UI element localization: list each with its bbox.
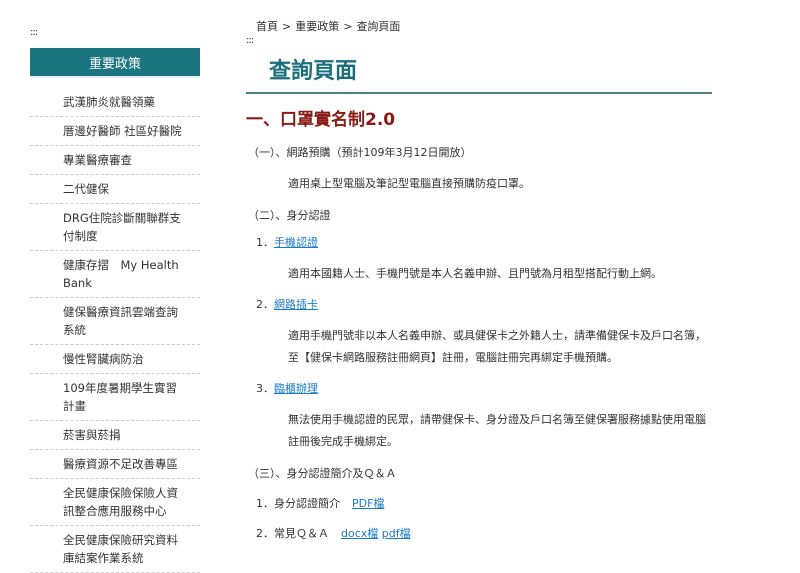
counter-service-link[interactable]: 臨櫃辦理 — [274, 382, 318, 395]
sidebar-item-label: 全民健康保險保險人資訊整合應用服務中心 — [63, 486, 178, 518]
sidebar-item[interactable]: 菸害與菸捐 — [30, 421, 200, 450]
breadcrumb-home[interactable]: 首頁 — [256, 20, 278, 33]
sidebar-item-label: 武漢肺炎就醫領藥 — [63, 95, 155, 109]
sidebar-item-label: DRG住院診斷關聯群支付制度 — [63, 211, 181, 243]
sidebar-item[interactable]: 厝邊好醫師 社區好醫院 — [30, 117, 200, 146]
subsection-heading-intro-qa: （三）、身分認證簡介及Ｑ＆Ａ — [248, 467, 397, 480]
sidebar-item-label: 專業醫療審查 — [63, 153, 132, 167]
sidebar-item-label: 菸害與菸捐 — [63, 428, 121, 442]
online-preorder-text: 適用桌上型電腦及筆記型電腦直接預購防疫口罩。 — [288, 177, 530, 190]
sidebar-item[interactable]: 全民健康保險保險人資訊整合應用服務中心 — [30, 479, 200, 526]
auth-item: 3．臨櫃辦理 — [246, 382, 712, 396]
download-item-label: 常見Ｑ＆Ａ — [274, 527, 329, 540]
counter-service-text: 無法使用手機認證的民眾，請帶健保卡、身分證及戶口名簿至健保署服務據點使用電腦註冊… — [288, 413, 706, 448]
breadcrumb-separator: > — [282, 20, 292, 33]
sidebar-item[interactable]: 健保醫療資訊雲端查詢系統 — [30, 298, 200, 345]
download-item-number: 1． — [256, 497, 274, 510]
sidebar-item[interactable]: 全民健康保險研究資料庫結案作業系統 — [30, 526, 200, 573]
section-title: 一、口罩實名制2.0 — [246, 110, 396, 130]
auth-item: 2．網路插卡 — [246, 298, 712, 312]
sidebar-item-label: 全民健康保險研究資料庫結案作業系統 — [63, 533, 178, 565]
sidebar-menu: 武漢肺炎就醫領藥 厝邊好醫師 社區好醫院 專業醫療審查 二代健保 DRG住院診斷… — [30, 88, 200, 573]
auth-intro-pdf-link[interactable]: PDF檔 — [352, 497, 384, 510]
sidebar-item-label: 109年度暑期學生實習計畫 — [63, 381, 177, 413]
card-reader-auth-text: 適用手機門號非以本人名義申辦、或具健保卡之外籍人士，請準備健保卡及戶口名簿，至【… — [288, 329, 706, 364]
breadcrumb-separator: > — [343, 20, 353, 33]
sidebar-item[interactable]: DRG住院診斷關聯群支付制度 — [30, 204, 200, 251]
sidebar-item[interactable]: 武漢肺炎就醫領藥 — [30, 88, 200, 117]
sidebar: ::: 重要政策 武漢肺炎就醫領藥 厝邊好醫師 社區好醫院 專業醫療審查 二代健… — [30, 28, 200, 573]
sidebar-item[interactable]: 醫療資源不足改善專區 — [30, 450, 200, 479]
sidebar-item-label: 二代健保 — [63, 182, 109, 196]
breadcrumb-policy[interactable]: 重要政策 — [295, 20, 339, 33]
content-accesskey[interactable]: ::: — [246, 36, 712, 48]
sidebar-item-label: 健康存摺 My Health Bank — [63, 258, 179, 290]
page-title: 查詢頁面 — [246, 52, 712, 94]
download-item-label: 身分認證簡介 — [274, 497, 340, 510]
download-item-number: 2． — [256, 527, 274, 540]
sidebar-item-label: 醫療資源不足改善專區 — [63, 457, 178, 471]
auth-item: 1．手機認證 — [246, 236, 712, 250]
sidebar-item-label: 厝邊好醫師 社區好醫院 — [63, 124, 182, 138]
auth-item-number: 1． — [256, 236, 274, 249]
sidebar-item-label: 慢性腎臟病防治 — [63, 352, 144, 366]
sidebar-item[interactable]: 二代健保 — [30, 175, 200, 204]
mobile-auth-text: 適用本國籍人士、手機門號是本人名義申辦、且門號為月租型搭配行動上網。 — [288, 267, 662, 280]
subsection-heading-identity-auth: （二）、身分認證 — [248, 209, 331, 222]
faq-docx-link[interactable]: docx檔 — [341, 527, 378, 540]
faq-pdf-link[interactable]: pdf檔 — [382, 527, 411, 540]
main-content: 首頁 > 重要政策 > 查詢頁面 ::: 查詢頁面 一、口罩實名制2.0 （一）、網路預… — [246, 18, 712, 541]
sidebar-accesskey[interactable]: ::: — [30, 28, 200, 48]
auth-item-number: 2． — [256, 298, 274, 311]
breadcrumb-current: 查詢頁面 — [356, 20, 401, 33]
sidebar-item-label: 健保醫療資訊雲端查詢系統 — [63, 305, 178, 337]
breadcrumb: 首頁 > 重要政策 > 查詢頁面 — [246, 18, 712, 36]
mobile-auth-link[interactable]: 手機認證 — [274, 236, 318, 249]
download-item: 1．身分認證簡介 PDF檔 — [246, 497, 712, 511]
sidebar-header: 重要政策 — [30, 48, 200, 78]
sidebar-item[interactable]: 專業醫療審查 — [30, 146, 200, 175]
sidebar-item[interactable]: 109年度暑期學生實習計畫 — [30, 374, 200, 421]
download-item: 2．常見Ｑ＆Ａ docx檔 pdf檔 — [246, 527, 712, 541]
sidebar-item[interactable]: 健康存摺 My Health Bank — [30, 251, 200, 298]
sidebar-item[interactable]: 慢性腎臟病防治 — [30, 345, 200, 374]
auth-item-number: 3． — [256, 382, 274, 395]
card-reader-auth-link[interactable]: 網路插卡 — [274, 298, 318, 311]
subsection-heading-online-preorder: （一）、網路預購（預計109年3月12日開放） — [248, 146, 472, 159]
